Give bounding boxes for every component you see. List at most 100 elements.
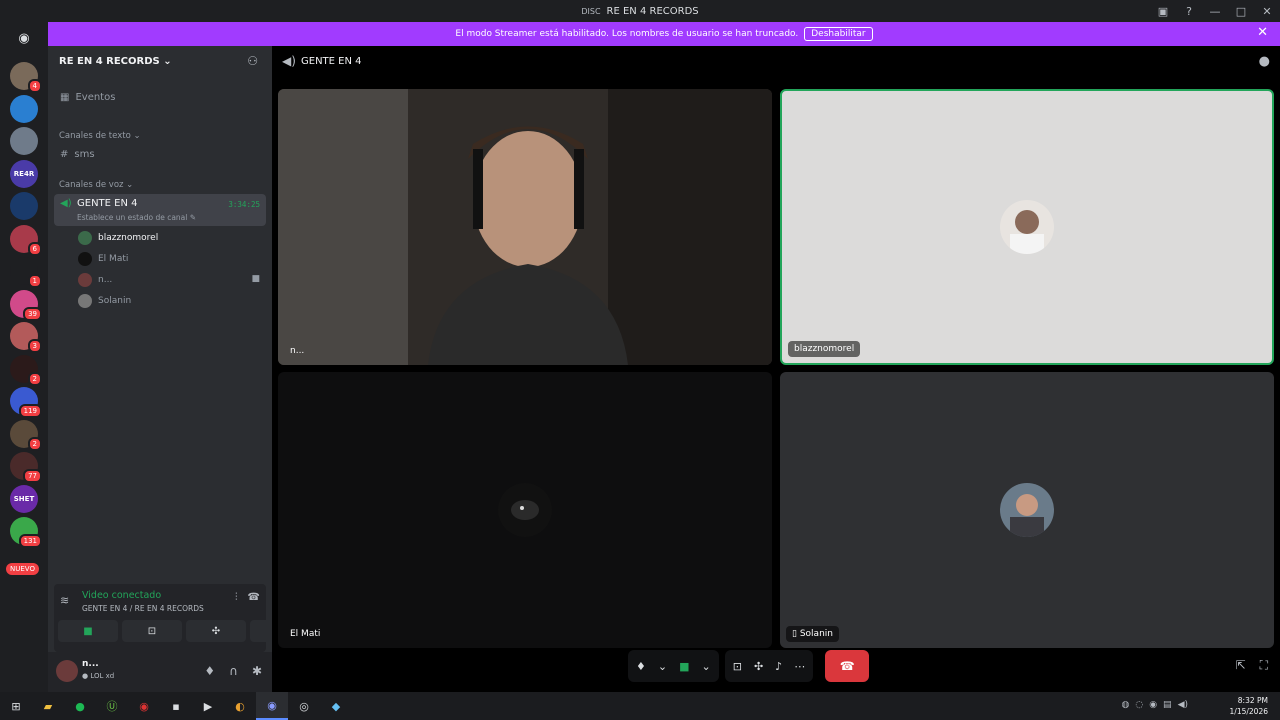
banner-text: El modo Streamer está habilitado. Los no… xyxy=(455,29,799,39)
video-tile-speaking[interactable]: blazznomorel xyxy=(780,89,1274,365)
start-icon[interactable]: ⊞ xyxy=(0,692,32,720)
ndi-icon[interactable]: ▪ xyxy=(160,692,192,720)
media-player-icon[interactable]: ▶ xyxy=(192,692,224,720)
browser-icon[interactable]: ◐ xyxy=(224,692,256,720)
tray-icon[interactable]: ◌ xyxy=(1135,700,1143,710)
server-icon[interactable]: SHET xyxy=(10,484,38,513)
text-category-label: Canales de texto xyxy=(59,131,131,141)
steam-icon[interactable]: ◆ xyxy=(320,692,352,720)
discord-home-icon[interactable]: ◉ xyxy=(10,28,38,48)
soundboard-icon[interactable]: ♪ xyxy=(775,660,782,673)
call-controls: ♦ ⌄ ■ ⌄ ⊡ ✣ ♪ ⋯ ☎ xyxy=(628,650,870,682)
server-icon[interactable] xyxy=(10,94,38,123)
chat-icon[interactable]: ● xyxy=(1259,54,1270,69)
clock-time: 8:32 PM xyxy=(1237,696,1268,705)
fullscreen-icon[interactable]: ⛶ xyxy=(1260,658,1268,673)
notification-badge: 4 xyxy=(27,79,42,93)
text-category[interactable]: Canales de texto ⌄ xyxy=(59,131,141,141)
server-icon[interactable] xyxy=(10,192,38,220)
utorrent-icon[interactable]: Ⓤ xyxy=(96,692,128,720)
server-icon[interactable]: 6 xyxy=(10,224,42,256)
server-icon[interactable]: 119 xyxy=(10,387,42,418)
chevron-down-icon[interactable]: ⌄ xyxy=(702,660,711,673)
connection-title: Video conectado xyxy=(82,590,162,601)
obs-icon[interactable]: ◎ xyxy=(288,692,320,720)
video-tile[interactable]: ▯ Solanin xyxy=(780,372,1274,648)
voice-channel-status[interactable]: Establece un estado de canal ✎ xyxy=(77,213,196,222)
activities-button[interactable]: ✣ xyxy=(186,620,246,642)
discord-taskbar-icon[interactable]: ◉ xyxy=(256,692,288,720)
maximize-button[interactable]: □ xyxy=(1228,5,1254,18)
tile-label: ▯ Solanin xyxy=(786,626,839,642)
channel-header: ◀) GENTE EN 4 ● xyxy=(272,46,1280,78)
disconnect-icon[interactable]: ☎ xyxy=(248,592,260,603)
events-label: Eventos xyxy=(75,92,116,103)
voice-user[interactable]: Solanin xyxy=(78,294,131,308)
server-icon[interactable]: 2 xyxy=(10,419,42,451)
avatar[interactable] xyxy=(56,660,78,682)
user-panel: n... ● LOL xd ♦ ∩ ✱ xyxy=(48,652,272,692)
disable-streamer-button[interactable]: Deshabilitar xyxy=(804,27,873,41)
microphone-icon[interactable]: ♦ xyxy=(636,660,646,673)
spotify-icon[interactable]: ● xyxy=(64,692,96,720)
app-icon[interactable]: ◉ xyxy=(128,692,160,720)
gear-icon[interactable]: ✱ xyxy=(252,664,262,678)
activities-icon[interactable]: ✣ xyxy=(754,660,763,673)
server-icon[interactable]: 3 xyxy=(10,322,42,353)
tray-icon[interactable]: ◍ xyxy=(1121,700,1129,710)
headphones-icon[interactable]: ∩ xyxy=(229,664,238,678)
user-name: n... xyxy=(82,659,99,669)
volume-icon[interactable]: ◀) xyxy=(1178,700,1188,710)
microphone-icon[interactable]: ♦ xyxy=(204,664,215,678)
voice-user[interactable]: El Mati xyxy=(78,252,128,266)
server-icon[interactable]: 77 xyxy=(10,452,42,483)
server-icon[interactable]: RE4R xyxy=(10,159,38,188)
folder-icon[interactable]: ▰ xyxy=(32,692,64,720)
noise-suppression-icon[interactable]: ⫶ xyxy=(235,592,238,603)
voice-category-label: Canales de voz xyxy=(59,180,124,190)
voice-stage: ◀) GENTE EN 4 ● n... blazznomorel El Mat… xyxy=(272,46,1280,692)
close-window-button[interactable]: ✕ xyxy=(1254,5,1280,18)
video-tile[interactable]: n... xyxy=(278,89,772,365)
camera-button[interactable]: ■ xyxy=(58,620,118,642)
screen-share-icon[interactable]: ⊡ xyxy=(733,660,742,673)
video-tile[interactable]: El Mati xyxy=(278,372,772,648)
system-tray: ◍ ◌ ◉ ▤ ◀) xyxy=(1121,700,1188,710)
notification-badge: 1 xyxy=(27,274,42,288)
avatar xyxy=(78,252,92,266)
more-icon[interactable]: ⋯ xyxy=(794,660,805,673)
connection-subtitle: GENTE EN 4 / RE EN 4 RECORDS xyxy=(82,604,204,613)
events-item[interactable]: ▦ Eventos xyxy=(60,92,115,103)
chevron-down-icon[interactable]: ⌄ xyxy=(658,660,667,673)
server-name-dropdown[interactable]: RE EN 4 RECORDS ⌄ xyxy=(59,56,172,67)
wifi-icon[interactable]: ▤ xyxy=(1163,700,1172,710)
screen-share-button[interactable]: ⊡ xyxy=(122,620,182,642)
camera-icon[interactable]: ■ xyxy=(679,660,689,673)
notification-badge: 6 xyxy=(27,241,42,256)
mic-camera-group: ♦ ⌄ ■ ⌄ xyxy=(628,650,719,682)
server-icon[interactable] xyxy=(10,127,38,155)
tray-icon[interactable]: ◉ xyxy=(1149,700,1157,710)
streamer-mode-banner: El modo Streamer está habilitado. Los no… xyxy=(48,22,1280,46)
text-channel-sms[interactable]: # sms xyxy=(60,149,95,160)
server-icon[interactable]: 39 xyxy=(10,289,42,321)
server-icon[interactable]: 4 xyxy=(10,62,42,93)
minimize-button[interactable]: — xyxy=(1202,5,1228,18)
disconnect-button[interactable]: ☎ xyxy=(825,650,870,682)
pop-out-icon[interactable]: ⇱ xyxy=(1236,658,1246,673)
server-icon[interactable]: 131 xyxy=(10,517,42,548)
clock[interactable]: 8:32 PM 1/15/2026 xyxy=(1230,695,1268,717)
server-icon[interactable]: 1 xyxy=(10,257,42,288)
voice-user[interactable]: n... xyxy=(78,273,112,287)
avatar xyxy=(1000,200,1054,254)
voice-category[interactable]: Canales de voz ⌄ xyxy=(59,180,133,190)
invite-people-icon[interactable]: ⚇ xyxy=(247,54,258,68)
status-text: Establece un estado de canal xyxy=(77,213,188,222)
close-icon[interactable]: ✕ xyxy=(1257,25,1268,40)
voice-channel-gente-en-4[interactable]: ◀) GENTE EN 4 Establece un estado de can… xyxy=(54,194,266,226)
server-icon[interactable]: 2 xyxy=(10,354,42,386)
voice-user[interactable]: blazznomorel xyxy=(78,231,158,245)
server-avatar xyxy=(10,127,38,155)
help-icon[interactable]: ? xyxy=(1176,5,1202,18)
inbox-icon[interactable]: ▣ xyxy=(1150,5,1176,18)
